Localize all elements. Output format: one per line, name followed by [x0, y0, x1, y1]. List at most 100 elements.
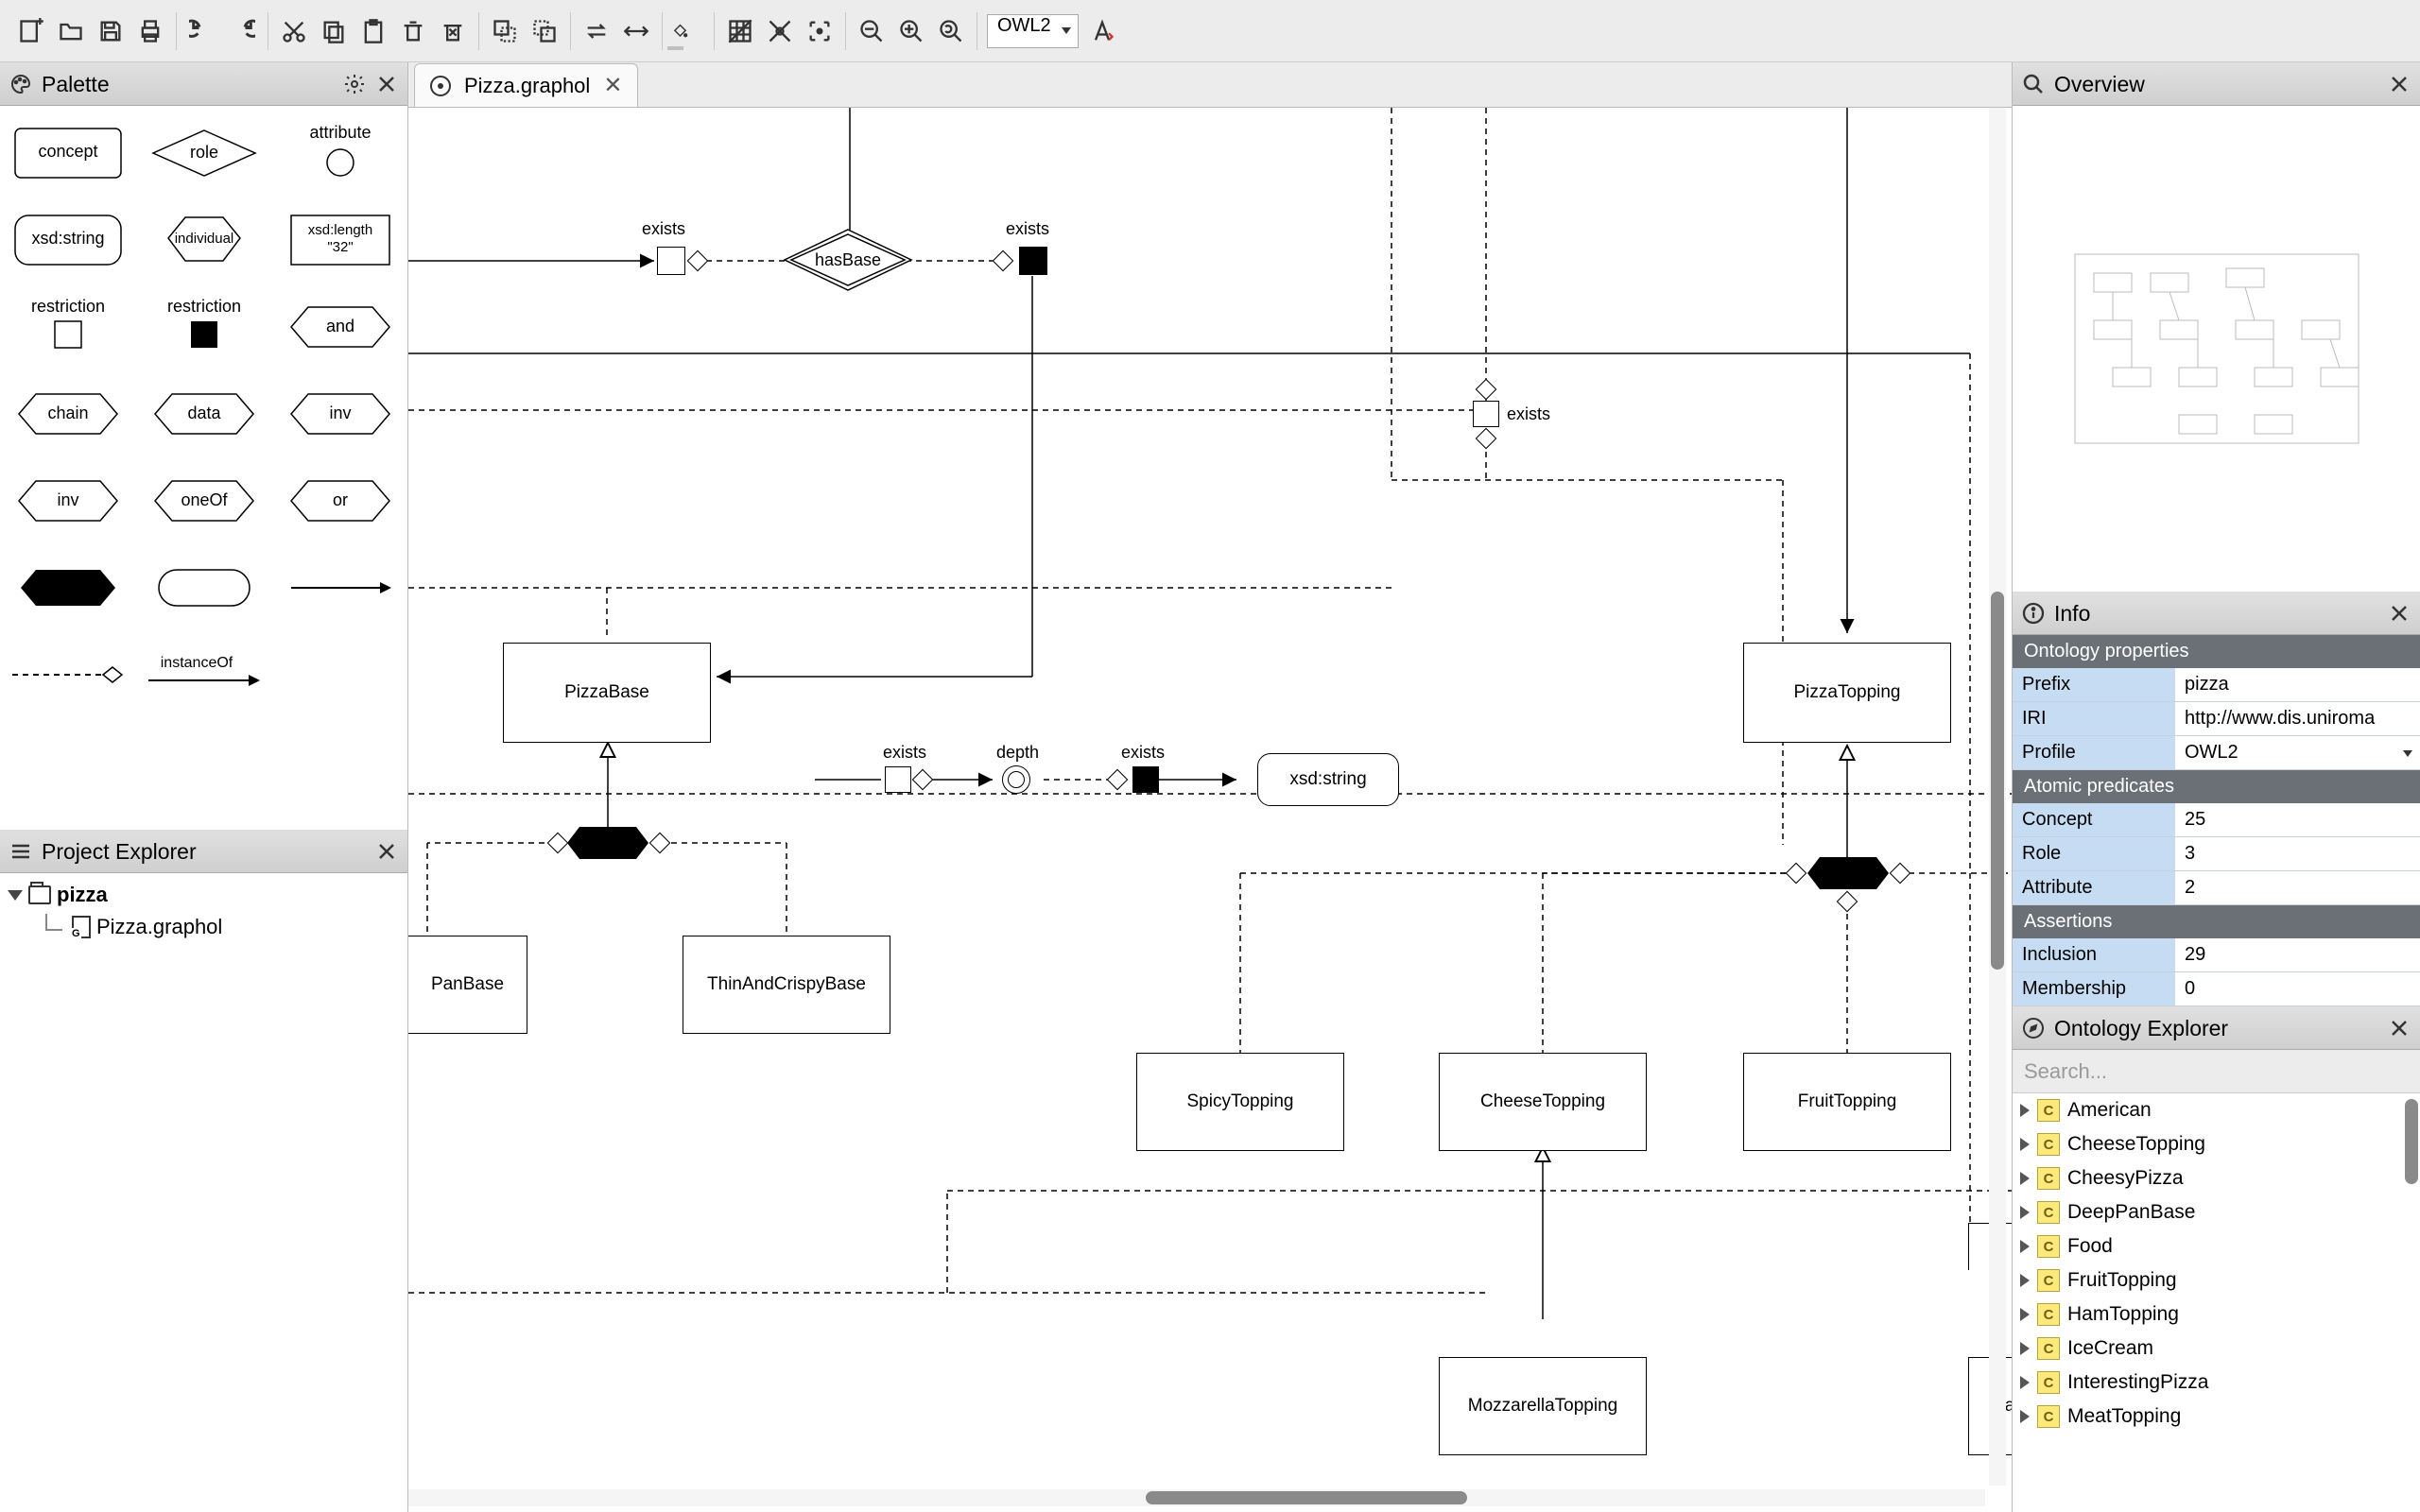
node-panbase[interactable]: PanBase [408, 936, 527, 1034]
node-spicytopping[interactable]: SpicyTopping [1136, 1053, 1344, 1151]
new-file-icon[interactable] [15, 15, 47, 47]
node-fruittopping[interactable]: FruitTopping [1743, 1053, 1951, 1151]
resize-h-icon[interactable] [620, 15, 652, 47]
tree-expand-icon[interactable] [2020, 1206, 2030, 1219]
palette-restriction-black[interactable]: restriction [145, 299, 264, 355]
print-icon[interactable] [134, 15, 166, 47]
palette-roundrect[interactable] [145, 559, 264, 616]
center-icon[interactable] [804, 15, 836, 47]
restriction-white-1[interactable] [657, 247, 685, 275]
tree-expand-icon[interactable] [2020, 1138, 2030, 1151]
ontology-explorer-close-icon[interactable] [2388, 1017, 2411, 1040]
palette-dashed-diamond[interactable] [9, 646, 128, 703]
open-folder-icon[interactable] [55, 15, 87, 47]
ontology-item[interactable]: CMeatTopping [2013, 1400, 2420, 1434]
tree-expand-icon[interactable] [2020, 1104, 2030, 1117]
tree-expand-icon[interactable] [2020, 1376, 2030, 1389]
swap-h-icon[interactable] [580, 15, 613, 47]
palette-data[interactable]: data [145, 386, 264, 442]
tree-expand-icon[interactable] [2020, 1342, 2030, 1355]
fill-icon[interactable] [672, 15, 704, 47]
palette-role[interactable]: role [145, 125, 264, 181]
palette-oneof[interactable]: oneOf [145, 472, 264, 529]
palette-instanceof[interactable]: instanceOf [145, 646, 264, 703]
node-cheesetopping[interactable]: CheeseTopping [1439, 1053, 1647, 1151]
tree-expand-icon[interactable] [2020, 1274, 2030, 1287]
tree-expand-icon[interactable] [2020, 1410, 2030, 1423]
palette-xsdstring[interactable]: xsd:string [9, 212, 128, 268]
overview-close-icon[interactable] [2388, 73, 2411, 95]
ontology-item[interactable]: CCheesyPizza [2013, 1161, 2420, 1195]
palette-individual[interactable]: individual [145, 212, 264, 268]
palette-or[interactable]: or [281, 472, 400, 529]
diagram-canvas[interactable]: hasBase exists exists exists PizzaBase P… [408, 108, 2012, 1512]
restriction-white-2[interactable] [885, 766, 911, 793]
ontology-item[interactable]: CFood [2013, 1229, 2420, 1263]
ontology-item[interactable]: CCheeseTopping [2013, 1127, 2420, 1161]
node-pizzatopping[interactable]: PizzaTopping [1743, 643, 1951, 743]
restriction-white-center[interactable] [1473, 401, 1499, 427]
palette-restriction-white[interactable]: restriction [9, 299, 128, 355]
palette-attribute[interactable]: attribute [281, 125, 400, 181]
node-hasbase[interactable]: hasBase [782, 227, 914, 293]
canvas-vscroll[interactable] [1989, 108, 2006, 1486]
palette-settings-icon[interactable] [343, 73, 366, 95]
ontology-item[interactable]: CFruitTopping [2013, 1263, 2420, 1297]
svg-text:restriction: restriction [30, 297, 104, 316]
ontology-item[interactable]: CIceCream [2013, 1332, 2420, 1366]
ontology-item[interactable]: CAmerican [2013, 1093, 2420, 1127]
tree-expand-icon[interactable] [2020, 1172, 2030, 1185]
palette-blackhex[interactable] [9, 559, 128, 616]
tree-expand-icon[interactable] [8, 890, 23, 901]
canvas-hscroll[interactable] [408, 1489, 1985, 1506]
paste-icon[interactable] [357, 15, 389, 47]
send-back-icon[interactable] [489, 15, 521, 47]
restriction-black-2[interactable] [1132, 766, 1159, 793]
restriction-black-1[interactable] [1019, 247, 1047, 275]
cut-icon[interactable] [278, 15, 310, 47]
tab-close-icon[interactable]: ✕ [603, 72, 622, 99]
profile-select[interactable]: OWL2 [987, 14, 1079, 48]
palette-xsdlength[interactable]: xsd:length"32" [281, 212, 400, 268]
snap-icon[interactable] [764, 15, 796, 47]
blackhex-left[interactable] [565, 824, 650, 862]
palette-inv1[interactable]: inv [281, 386, 400, 442]
palette-inv2[interactable]: inv [9, 472, 128, 529]
tab-pizza[interactable]: Pizza.graphol ✕ [414, 63, 638, 107]
palette-arrow[interactable] [281, 559, 400, 616]
tree-root-row[interactable]: pizza [4, 879, 404, 911]
node-thincrispy[interactable]: ThinAndCrispyBase [683, 936, 890, 1034]
zoom-in-icon[interactable] [895, 15, 927, 47]
ontology-item[interactable]: CHamTopping [2013, 1297, 2420, 1332]
overview-minimap[interactable] [2013, 106, 2420, 592]
tree-expand-icon[interactable] [2020, 1308, 2030, 1321]
undo-icon[interactable] [186, 15, 218, 47]
project-explorer-close-icon[interactable] [375, 840, 398, 863]
zoom-out-icon[interactable] [856, 15, 888, 47]
info-close-icon[interactable] [2388, 602, 2411, 625]
palette-concept[interactable]: concept [9, 125, 128, 181]
node-mozzarella[interactable]: MozzarellaTopping [1439, 1357, 1647, 1455]
bring-front-icon[interactable] [528, 15, 561, 47]
tree-expand-icon[interactable] [2020, 1240, 2030, 1253]
delete-icon[interactable] [397, 15, 429, 47]
ontology-scrollbar[interactable] [2405, 1099, 2418, 1184]
blackhex-right[interactable] [1806, 854, 1891, 892]
zoom-reset-icon[interactable] [935, 15, 967, 47]
redo-icon[interactable] [226, 15, 258, 47]
save-icon[interactable] [95, 15, 127, 47]
node-pizzabase[interactable]: PizzaBase [503, 643, 711, 743]
ontology-item[interactable]: CInterestingPizza [2013, 1366, 2420, 1400]
clear-icon[interactable] [437, 15, 469, 47]
tree-file-row[interactable]: G Pizza.graphol [4, 911, 404, 943]
grid-off-icon[interactable] [724, 15, 756, 47]
font-icon[interactable] [1086, 15, 1118, 47]
node-xsdstring[interactable]: xsd:string [1257, 753, 1399, 806]
palette-close-icon[interactable] [375, 73, 398, 95]
palette-chain[interactable]: chain [9, 386, 128, 442]
ontology-search-input[interactable] [2022, 1058, 2411, 1085]
palette-and[interactable]: and [281, 299, 400, 355]
attribute-depth[interactable] [1002, 765, 1030, 794]
copy-icon[interactable] [318, 15, 350, 47]
ontology-item[interactable]: CDeepPanBase [2013, 1195, 2420, 1229]
